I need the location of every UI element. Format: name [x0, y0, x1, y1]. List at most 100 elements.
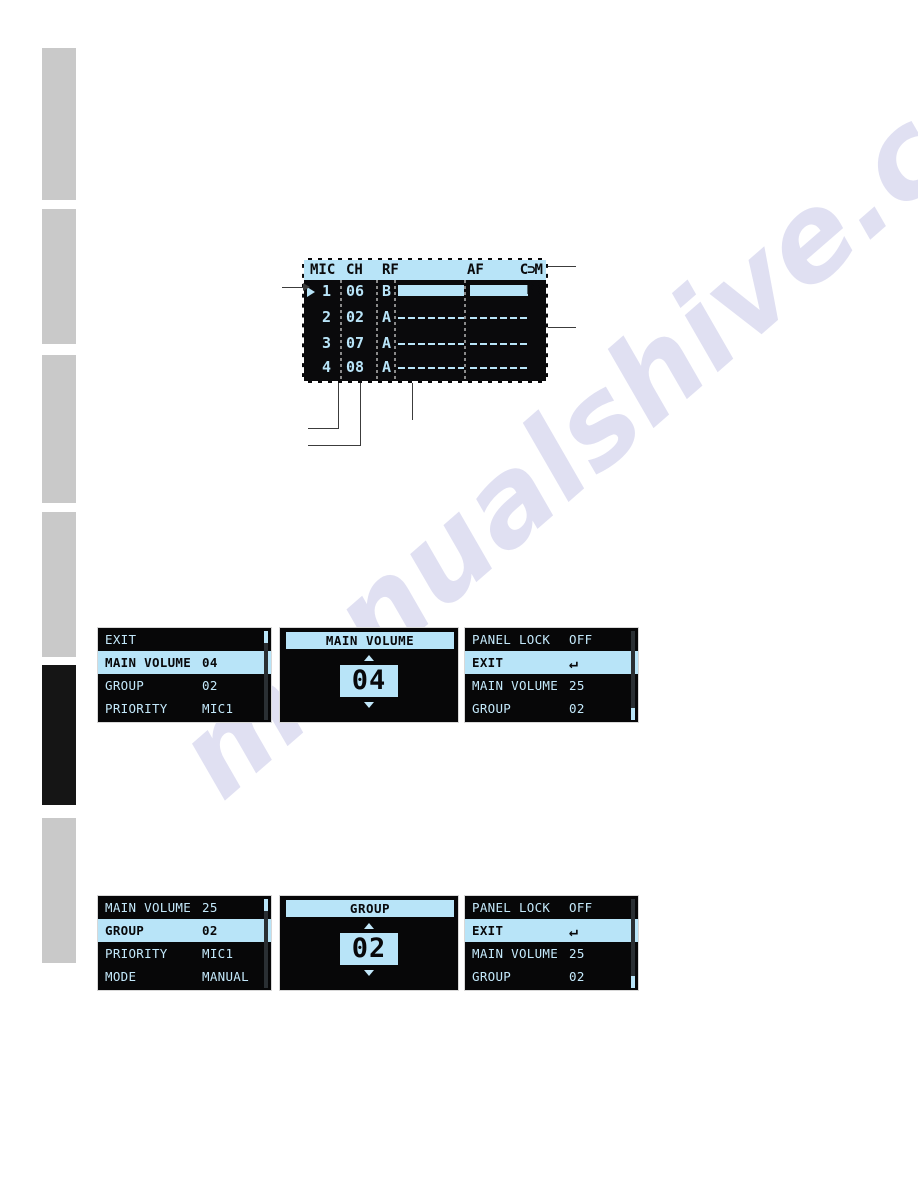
row-group: A: [382, 308, 392, 326]
scrollbar-thumb[interactable]: [264, 899, 268, 911]
scrollbar[interactable]: [631, 899, 635, 988]
af-meter: [470, 337, 528, 348]
scrollbar[interactable]: [264, 899, 268, 988]
callout-line-mic-v: [338, 383, 339, 428]
header-label-mic: MIC: [310, 262, 336, 278]
value-editor-panel-1[interactable]: MAIN VOLUME 04: [279, 627, 459, 723]
rf-meter: [398, 311, 464, 322]
menu-list-panel-3[interactable]: MAIN VOLUME 25 GROUP 02 PRIORITY MIC1 MO…: [97, 895, 272, 991]
row-group: B: [382, 282, 392, 300]
menu-item-value: 02: [202, 678, 218, 693]
receiver-status-display: MIC CH RF AF C⊃M 1 06 B PK 2 02 A 3 07 A…: [302, 258, 548, 383]
menu-item-label: PANEL LOCK: [472, 900, 551, 915]
af-meter: [470, 285, 528, 296]
status-display-header: MIC CH RF AF C⊃M: [304, 260, 546, 280]
menu-item[interactable]: MODE MANUAL: [98, 965, 271, 988]
menu-list-panel-2[interactable]: PANEL LOCK OFF EXIT ↵ MAIN VOLUME 25 GRO…: [464, 627, 639, 723]
increment-arrow-icon[interactable]: [364, 655, 374, 661]
row-channel: 08: [346, 358, 365, 376]
status-row[interactable]: 4 08 A: [304, 358, 546, 381]
menu-item[interactable]: PANEL LOCK OFF: [465, 896, 638, 919]
menu-item-label: EXIT: [472, 923, 504, 938]
editor-value[interactable]: 02: [340, 933, 398, 965]
editor-title: MAIN VOLUME: [286, 632, 454, 649]
sidebar-item-5[interactable]: [42, 665, 78, 805]
callout-line-ch-h: [308, 445, 361, 446]
af-meter: [470, 311, 528, 322]
enter-arrow-icon: ↵: [569, 921, 579, 940]
scrollbar-thumb[interactable]: [264, 631, 268, 643]
callout-line-mic-h: [308, 428, 339, 429]
status-row[interactable]: 1 06 B PK: [304, 282, 546, 310]
menu-item-label: PRIORITY: [105, 701, 168, 716]
menu-item[interactable]: GROUP 02: [98, 674, 271, 697]
scrollbar[interactable]: [264, 631, 268, 720]
menu-item[interactable]: EXIT: [98, 628, 271, 651]
row-group: A: [382, 334, 392, 352]
increment-arrow-icon[interactable]: [364, 923, 374, 929]
editor-title: GROUP: [286, 900, 454, 917]
menu-item-value: 02: [569, 969, 585, 984]
rf-meter: [398, 361, 464, 372]
enter-arrow-icon: ↵: [569, 653, 579, 672]
menu-item[interactable]: PANEL LOCK OFF: [465, 628, 638, 651]
sidebar-item-1[interactable]: [42, 48, 78, 200]
menu-item-value: 25: [202, 900, 218, 915]
peak-indicator: PK: [526, 283, 542, 298]
menu-item-selected[interactable]: EXIT ↵: [465, 919, 638, 942]
row-group: A: [382, 358, 392, 376]
row-mic-number: 3: [322, 334, 332, 352]
menu-item[interactable]: MAIN VOLUME 25: [465, 942, 638, 965]
menu-list-panel-1[interactable]: EXIT MAIN VOLUME 04 GROUP 02 PRIORITY MI…: [97, 627, 272, 723]
menu-item[interactable]: PRIORITY MIC1: [98, 697, 271, 720]
menu-item[interactable]: PRIORITY MIC1: [98, 942, 271, 965]
row-mic-number: 2: [322, 308, 332, 326]
rf-meter: [398, 337, 464, 348]
scrollbar-thumb[interactable]: [631, 976, 635, 988]
status-row[interactable]: 2 02 A: [304, 308, 546, 336]
menu-item-value: OFF: [569, 632, 593, 647]
rf-meter: [398, 285, 464, 296]
menu-item-selected[interactable]: GROUP 02: [98, 919, 271, 942]
menu-item-value: MIC1: [202, 946, 234, 961]
decrement-arrow-icon[interactable]: [364, 702, 374, 708]
row-mic-number: 1: [322, 282, 332, 300]
menu-item-selected[interactable]: EXIT ↵: [465, 651, 638, 674]
menu-item-value: OFF: [569, 900, 593, 915]
sidebar-item-3[interactable]: [42, 355, 78, 503]
status-row[interactable]: 3 07 A: [304, 334, 546, 362]
menu-item[interactable]: GROUP 02: [465, 697, 638, 720]
callout-line-com: [548, 266, 576, 267]
callout-arrow-cursor: [303, 283, 310, 291]
editor-value[interactable]: 04: [340, 665, 398, 697]
menu-item-label: GROUP: [472, 969, 512, 984]
sidebar-item-2[interactable]: [42, 209, 78, 344]
menu-item-label: EXIT: [472, 655, 504, 670]
menu-item[interactable]: MAIN VOLUME 25: [98, 896, 271, 919]
header-label-ch: CH: [346, 262, 363, 278]
decrement-arrow-icon[interactable]: [364, 970, 374, 976]
sidebar-item-6[interactable]: [42, 818, 78, 963]
menu-item-label: PANEL LOCK: [472, 632, 551, 647]
menu-item-label: GROUP: [105, 923, 145, 938]
scrollbar[interactable]: [631, 631, 635, 720]
menu-item-selected[interactable]: MAIN VOLUME 04: [98, 651, 271, 674]
scrollbar-thumb[interactable]: [631, 708, 635, 720]
sidebar-item-4[interactable]: [42, 512, 78, 657]
callout-line-group-v: [412, 383, 413, 420]
value-editor-panel-2[interactable]: GROUP 02: [279, 895, 459, 991]
menu-list-panel-4[interactable]: PANEL LOCK OFF EXIT ↵ MAIN VOLUME 25 GRO…: [464, 895, 639, 991]
menu-item[interactable]: MAIN VOLUME 25: [465, 674, 638, 697]
menu-item-label: GROUP: [472, 701, 512, 716]
menu-item-label: MAIN VOLUME: [472, 946, 559, 961]
menu-item-label: MAIN VOLUME: [105, 900, 192, 915]
menu-item[interactable]: GROUP 02: [465, 965, 638, 988]
header-label-rf: RF: [382, 262, 399, 278]
menu-item-label: GROUP: [105, 678, 145, 693]
callout-line-meter: [548, 327, 576, 328]
menu-item-value: 25: [569, 678, 585, 693]
header-label-af: AF: [467, 262, 484, 278]
menu-item-value: 02: [569, 701, 585, 716]
menu-item-label: PRIORITY: [105, 946, 168, 961]
row-channel: 07: [346, 334, 365, 352]
